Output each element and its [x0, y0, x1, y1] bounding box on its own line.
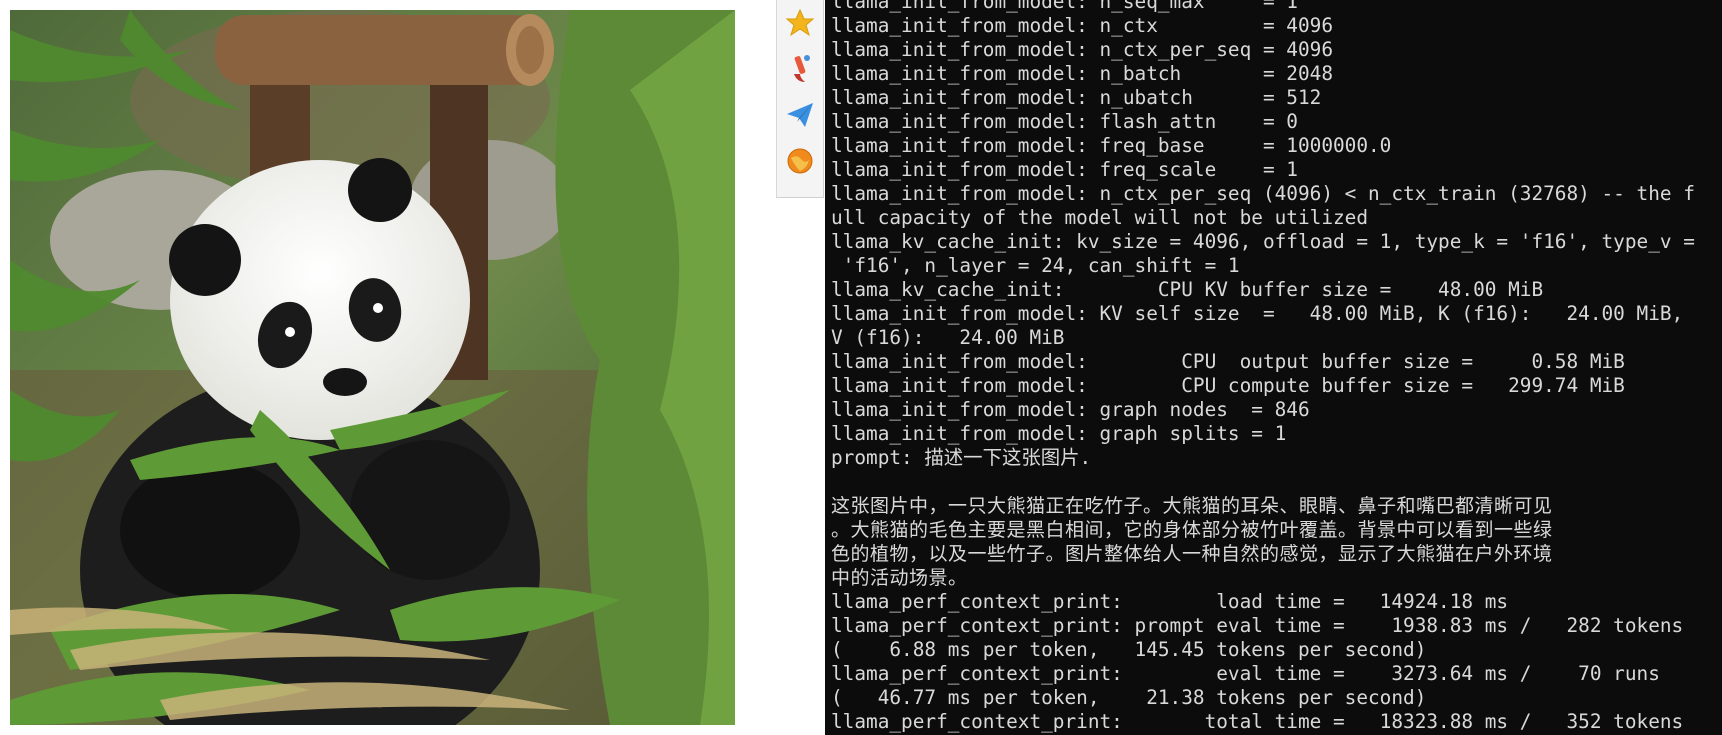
terminal-perf-line: llama_perf_context_print: prompt eval ti…	[831, 614, 1684, 637]
terminal-line: llama_init_from_model: CPU compute buffe…	[831, 374, 1625, 397]
brush-icon	[794, 55, 810, 82]
terminal-line: llama_init_from_model: n_ubatch = 512	[831, 86, 1322, 109]
terminal-line: llama_init_from_model: n_ctx_per_seq = 4…	[831, 38, 1333, 61]
terminal-perf-line: llama_perf_context_print: load time = 14…	[831, 590, 1509, 613]
terminal-perf-line: ( 6.88 ms per token, 145.45 tokens per s…	[831, 638, 1427, 661]
terminal-prompt-line: prompt: 描述一下这张图片.	[831, 446, 1092, 469]
terminal-line: llama_init_from_model: freq_scale = 1	[831, 158, 1298, 181]
terminal-response-line: 色的植物，以及一些竹子。图片整体给人一种自然的感觉，显示了大熊猫在户外环境	[831, 543, 1553, 565]
terminal-line: ull capacity of the model will not be ut…	[831, 206, 1369, 229]
browser-button[interactable]	[777, 138, 823, 184]
terminal-line: llama_init_from_model: graph splits = 1	[831, 422, 1287, 445]
terminal-blank-line	[831, 470, 1695, 494]
terminal-line: llama_init_from_model: freq_base = 10000…	[831, 134, 1392, 157]
terminal-line: llama_init_from_model: graph nodes = 846	[831, 398, 1310, 421]
side-toolbar	[776, 0, 824, 198]
terminal-perf-line: llama_perf_context_print: total time = 1…	[831, 710, 1684, 733]
terminal-line: llama_init_from_model: CPU output buffer…	[831, 350, 1625, 373]
panda-photo-illustration	[10, 10, 735, 725]
globe-icon	[787, 148, 813, 174]
terminal-line: llama_kv_cache_init: CPU KV buffer size …	[831, 278, 1544, 301]
terminal-line: llama_kv_cache_init: kv_size = 4096, off…	[831, 230, 1695, 253]
paint-button[interactable]	[777, 46, 823, 92]
terminal-response-line: 中的活动场景。	[831, 567, 968, 589]
terminal-perf-line: ( 46.77 ms per token, 21.38 tokens per s…	[831, 686, 1427, 709]
terminal-line: llama_init_from_model: n_batch = 2048	[831, 62, 1333, 85]
terminal-response-line: 。大熊猫的毛色主要是黑白相间，它的身体部分被竹叶覆盖。背景中可以看到一些绿	[831, 519, 1553, 541]
terminal-response-line: 这张图片中，一只大熊猫正在吃竹子。大熊猫的耳朵、眼睛、鼻子和嘴巴都清晰可见	[831, 495, 1553, 517]
terminal-line: V (f16): 24.00 MiB	[831, 326, 1065, 349]
star-icon	[785, 8, 815, 37]
terminal-line: llama_init_from_model: n_ctx = 4096	[831, 14, 1333, 37]
paper-plane-icon	[787, 103, 813, 127]
favorite-button[interactable]	[777, 0, 823, 46]
terminal-line: 'f16', n_layer = 24, can_shift = 1	[831, 254, 1240, 277]
send-button[interactable]	[777, 92, 823, 138]
terminal-output[interactable]: llama_init_from_model: n_seq_max = 1 lla…	[825, 0, 1722, 735]
terminal-line: llama_init_from_model: flash_attn = 0	[831, 110, 1298, 133]
terminal-lines: llama_init_from_model: n_seq_max = 1 lla…	[831, 0, 1695, 734]
terminal-perf-line: llama_perf_context_print: eval time = 32…	[831, 662, 1660, 685]
terminal-line: llama_init_from_model: n_seq_max = 1	[831, 0, 1298, 13]
terminal-line: llama_init_from_model: KV self size = 48…	[831, 302, 1684, 325]
terminal-line: llama_init_from_model: n_ctx_per_seq (40…	[831, 182, 1695, 205]
panda-photo	[10, 10, 735, 725]
